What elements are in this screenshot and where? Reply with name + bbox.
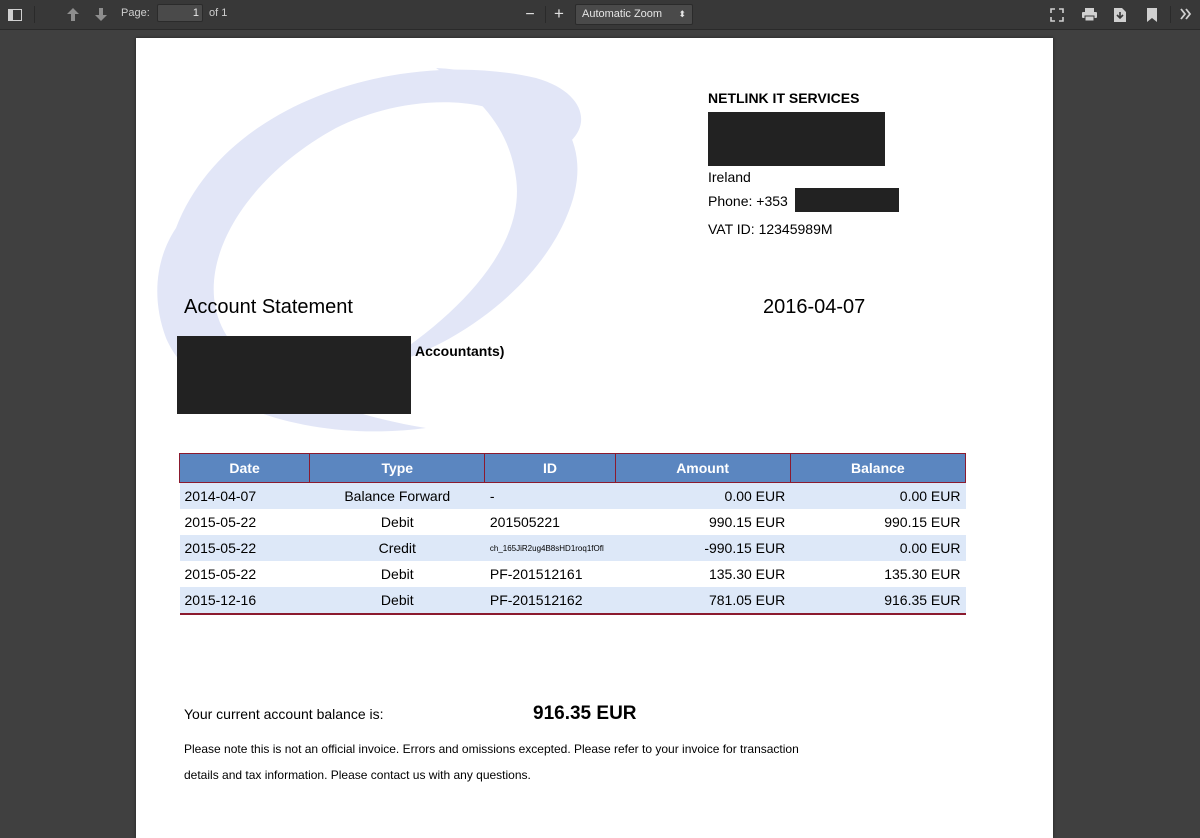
toolbar-divider: [34, 6, 35, 23]
column-header-date: Date: [178, 453, 311, 483]
table-row: 2015-05-22 Credit ch_165JiR2ug4B8sHD1roq…: [179, 535, 966, 561]
cell-date: 2015-12-16: [179, 587, 310, 614]
customer-name: Accountants): [415, 343, 505, 359]
zoom-out-button[interactable]: −: [520, 5, 540, 24]
column-header-amount: Amount: [614, 453, 791, 483]
zoom-select[interactable]: Automatic Zoom ⬍: [575, 4, 693, 25]
cell-type: Debit: [380, 566, 414, 582]
disclaimer-line-2: details and tax information. Please cont…: [184, 768, 531, 782]
cell-type: Credit: [309, 535, 485, 561]
zoom-select-value: Automatic Zoom: [582, 8, 663, 20]
toolbar-divider: [1170, 6, 1171, 23]
table-row: 2015-05-22 Debit 201505221 990.15 EUR 99…: [180, 509, 966, 535]
balance-value: 916.35 EUR: [533, 703, 637, 724]
sidebar-toggle-icon[interactable]: [6, 6, 24, 23]
cell-balance: 990.15 EUR: [884, 514, 961, 530]
cell-amount: 0.00 EUR: [615, 482, 791, 509]
cell-type: Debit: [309, 587, 485, 614]
redaction-box: [708, 112, 885, 166]
balance-label: Your current account balance is:: [184, 706, 384, 722]
table-row: 2014-04-07 Balance Forward - 0.00 EUR 0.…: [179, 482, 966, 509]
statement-date: 2016-04-07: [763, 296, 866, 318]
toolbar-divider: [545, 6, 546, 23]
tools-icon[interactable]: [1177, 5, 1195, 23]
table-row: 2015-12-16 Debit PF-201512162 781.05 EUR…: [179, 587, 966, 614]
cell-id: ch_165JiR2ug4B8sHD1roq1fOfl: [484, 535, 616, 561]
company-country: Ireland: [708, 169, 751, 185]
cell-amount: 135.30 EUR: [708, 566, 786, 582]
cell-id: PF-201512161: [489, 566, 583, 582]
company-vat-id: VAT ID: 12345989M: [708, 221, 833, 237]
page-number-input[interactable]: [157, 4, 203, 22]
pdf-page: NETLINK IT SERVICES Ireland Phone: +353 …: [136, 38, 1053, 838]
presentation-mode-icon[interactable]: [1048, 6, 1066, 23]
cell-date: 2015-05-22: [179, 535, 310, 561]
redaction-box: [795, 188, 899, 212]
company-phone: Phone: +353: [708, 193, 788, 209]
bookmark-icon[interactable]: [1143, 6, 1161, 23]
next-page-icon[interactable]: [92, 6, 109, 23]
cell-balance: 0.00 EUR: [790, 482, 966, 509]
zoom-in-button[interactable]: +: [549, 4, 569, 24]
pdf-toolbar: Page: of 1 − + Automatic Zoom ⬍: [0, 0, 1200, 30]
cell-id: PF-201512162: [484, 587, 616, 614]
previous-page-icon[interactable]: [64, 6, 81, 23]
cell-date: 2015-05-22: [184, 514, 257, 530]
cell-id: -: [484, 482, 616, 509]
column-header-id: ID: [484, 453, 616, 483]
cell-amount: 990.15 EUR: [708, 514, 786, 530]
column-header-type: Type: [309, 453, 486, 483]
download-icon[interactable]: [1111, 6, 1129, 23]
cell-amount: 781.05 EUR: [615, 587, 791, 614]
cell-date: 2014-04-07: [179, 482, 310, 509]
cell-balance: 135.30 EUR: [884, 566, 961, 582]
redaction-box: [177, 336, 411, 414]
cell-amount: -990.15 EUR: [615, 535, 791, 561]
company-name: NETLINK IT SERVICES: [708, 90, 860, 106]
page-label: Page:: [121, 7, 150, 19]
page-count: of 1: [209, 7, 228, 19]
zoom-out-icon: −: [525, 5, 535, 23]
zoom-in-icon: +: [554, 4, 564, 23]
print-icon[interactable]: [1080, 6, 1098, 23]
transactions-table: Date Type ID Amount Balance 2014-04-07 B…: [178, 453, 967, 615]
dropdown-arrow-icon: ⬍: [678, 9, 686, 19]
cell-id: 201505221: [489, 514, 560, 530]
table-header-row: Date Type ID Amount Balance: [178, 453, 967, 483]
cell-date: 2015-05-22: [184, 566, 257, 582]
disclaimer-line-1: Please note this is not an official invo…: [184, 742, 799, 756]
cell-type: Debit: [380, 514, 414, 530]
cell-balance: 0.00 EUR: [790, 535, 966, 561]
cell-balance: 916.35 EUR: [790, 587, 966, 614]
column-header-balance: Balance: [789, 453, 967, 483]
table-row: 2015-05-22 Debit PF-201512161 135.30 EUR…: [180, 561, 966, 587]
cell-type: Balance Forward: [309, 482, 485, 509]
statement-title: Account Statement: [184, 296, 353, 318]
